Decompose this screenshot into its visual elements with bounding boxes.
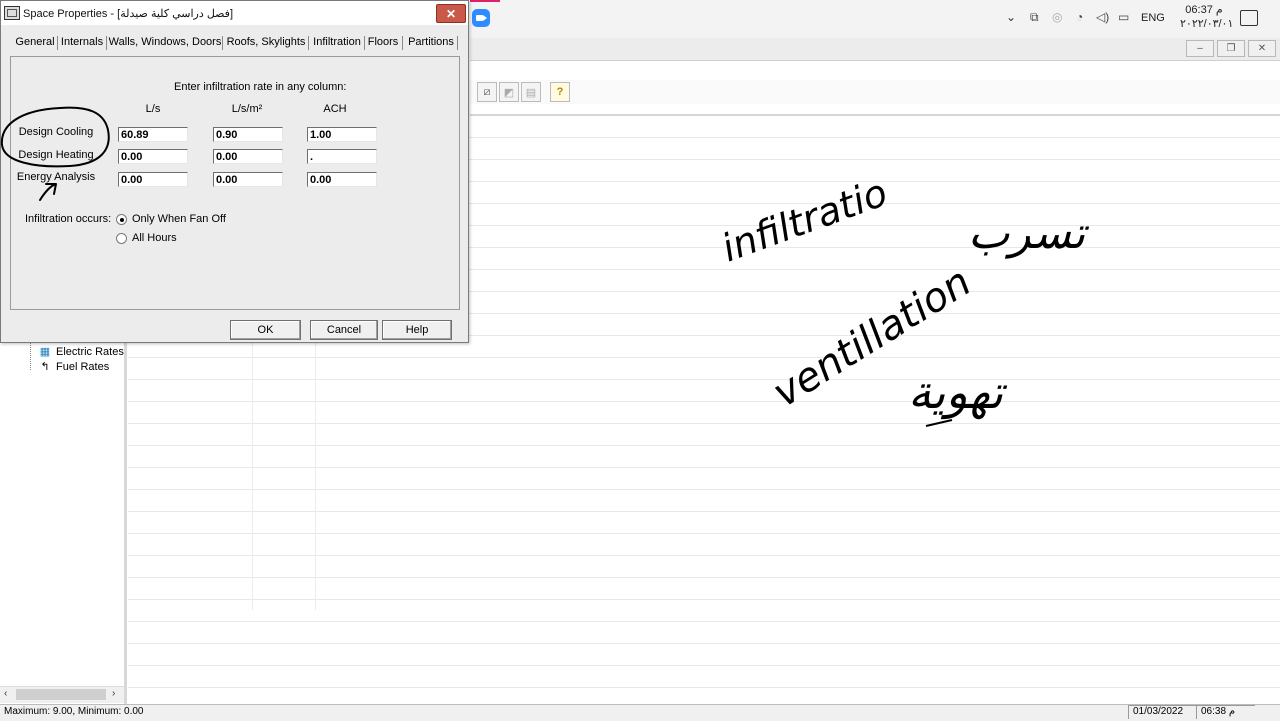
dialog-title: Space Properties - [فصل دراسي كلية صيدلة… [23, 8, 234, 20]
energy-ach-field[interactable] [307, 172, 377, 187]
print-icon[interactable]: ▤ [521, 82, 541, 102]
battery-icon[interactable]: ▭ [1118, 10, 1129, 24]
volume-icon[interactable]: ◁) [1096, 10, 1109, 24]
cooling-ach-field[interactable] [307, 127, 377, 142]
tree-item-fuel-rates[interactable]: ↰ Fuel Rates [38, 361, 109, 373]
status-text: Maximum: 9.00, Minimum: 0.00 [4, 706, 144, 717]
help-icon[interactable]: ? [550, 82, 570, 102]
tab-separator [106, 36, 107, 50]
app-icon [4, 6, 20, 20]
heating-ls-field[interactable] [118, 149, 188, 164]
tab-roofs-skylights[interactable]: Roofs, Skylights [226, 30, 306, 54]
column-header-lsm2: L/s/m² [231, 103, 263, 115]
app-titlebar [470, 38, 1280, 61]
ok-button[interactable]: OK [230, 320, 301, 340]
chart-icon[interactable]: ◩ [499, 82, 519, 102]
cooling-ls-field[interactable] [118, 127, 188, 142]
grid-line [315, 340, 316, 610]
tab-separator [457, 36, 458, 50]
tab-separator [308, 36, 309, 50]
fuel-rates-icon: ↰ [40, 361, 50, 373]
cooling-lsm2-field[interactable] [213, 127, 283, 142]
tray-time: 06:37 م [1185, 4, 1223, 16]
energy-ls-field[interactable] [118, 172, 188, 187]
radio-label-all-hours[interactable]: All Hours [132, 232, 177, 244]
energy-lsm2-field[interactable] [213, 172, 283, 187]
app-toolbar [470, 80, 1280, 104]
grid-line [252, 340, 253, 610]
scroll-left-icon[interactable]: ‹ [4, 688, 7, 699]
tree-item-electric-rates[interactable]: ▦ Electric Rates [38, 346, 124, 358]
status-bar [0, 704, 1280, 721]
tab-floors[interactable]: Floors [367, 30, 399, 54]
tab-internals[interactable]: Internals [60, 30, 104, 54]
tree-item-label: Electric Rates [56, 346, 124, 358]
cancel-button[interactable]: Cancel [310, 320, 378, 340]
radio-all-hours[interactable] [116, 233, 127, 244]
electric-rates-icon: ▦ [39, 346, 51, 358]
heating-lsm2-field[interactable] [213, 149, 283, 164]
tab-infiltration[interactable]: Infiltration [312, 30, 362, 54]
help-button[interactable]: Help [382, 320, 452, 340]
minimize-button[interactable]: – [1186, 40, 1214, 57]
row-label-energy-analysis: Energy Analysis [16, 171, 96, 183]
dialog-close-button[interactable]: ✕ [436, 4, 466, 23]
row-label-design-cooling: Design Cooling [18, 126, 94, 138]
tree-connector [30, 340, 31, 370]
tray-overflow-chevron-icon[interactable]: ⌄ [1006, 10, 1016, 24]
instruction-text: Enter infiltration rate in any column: [174, 81, 347, 93]
restore-button[interactable]: ❐ [1217, 40, 1245, 57]
column-header-ach: ACH [323, 103, 347, 115]
close-window-button[interactable]: ✕ [1248, 40, 1276, 57]
tab-general[interactable]: General [14, 30, 56, 54]
tab-walls-windows-doors[interactable]: Walls, Windows, Doors [109, 30, 222, 54]
row-label-design-heating: Design Heating [18, 149, 94, 161]
wifi-icon[interactable]: ◔ [1076, 10, 1083, 24]
status-date: 01/03/2022 [1128, 705, 1197, 719]
tab-separator [364, 36, 365, 50]
radio-only-when-fan-off[interactable] [116, 214, 127, 225]
tab-separator [57, 36, 58, 50]
tree-item-label: Fuel Rates [56, 361, 110, 373]
tray-clock[interactable]: 06:37 م ٢٠٢٢/٠٣/٠١ [1180, 3, 1234, 31]
report-icon[interactable]: ⧄ [477, 82, 497, 102]
meet-now-icon[interactable]: ⧉ [1030, 10, 1039, 25]
status-time: 06:38 م [1196, 705, 1255, 719]
close-icon: ✕ [445, 6, 457, 21]
notifications-icon[interactable] [1240, 10, 1258, 26]
scroll-right-icon[interactable]: › [112, 688, 115, 699]
eye-icon[interactable]: ◎ [1052, 10, 1062, 24]
heating-ach-field[interactable] [307, 149, 377, 164]
tab-separator [222, 36, 223, 50]
zoom-app-icon[interactable] [472, 9, 490, 27]
column-header-ls: L/s [145, 103, 161, 115]
input-language[interactable]: ENG [1141, 12, 1165, 24]
tab-partitions[interactable]: Partitions [406, 30, 456, 54]
taskbar-accent [470, 0, 500, 2]
tab-separator [402, 36, 403, 50]
scrollbar-thumb[interactable] [16, 689, 106, 700]
infiltration-occurs-label: Infiltration occurs: [25, 213, 112, 225]
radio-label-only-when-fan-off[interactable]: Only When Fan Off [132, 213, 226, 225]
tray-date: ٢٠٢٢/٠٣/٠١ [1180, 18, 1234, 30]
